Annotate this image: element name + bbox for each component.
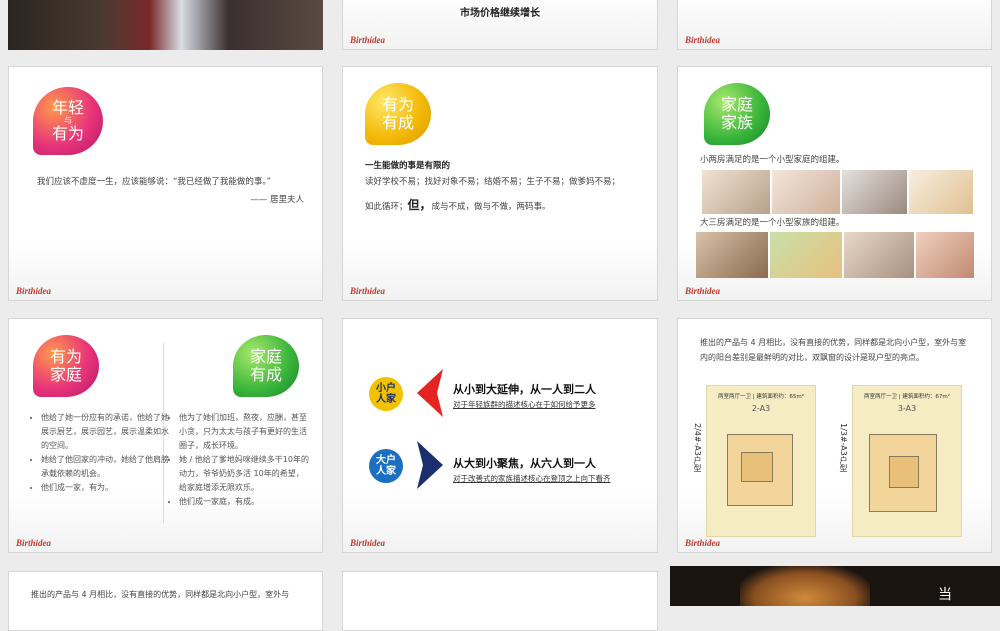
plan1-side-label: 2/4#-A3户型 [693, 423, 702, 472]
brand-mark: Birthidea [16, 286, 52, 296]
plan2-side-label: 1/3#-A3户型 [839, 423, 848, 472]
left-arrow-icon [417, 369, 443, 417]
brand-mark: Birthidea [350, 538, 386, 548]
slide-floor-plans[interactable]: 推出的产品与 4 月相比，没有直接的优势，同样都是北向小户型，室外与室内的阳台差… [677, 318, 992, 553]
floor-plan-2[interactable]: 两室两厅一卫 | 建筑面积约：67m² 3-A3 [852, 385, 962, 537]
brand-mark: Birthidea [685, 538, 721, 548]
tiger-photo [740, 566, 870, 606]
family-photo-8 [916, 232, 974, 278]
family-photo-3 [842, 170, 907, 214]
family-caption-1: 小两房满足的是一个小型家庭的组建。 [700, 155, 845, 165]
family-photo-4 [909, 170, 973, 214]
large-unit-badge: 大户 人家 [369, 449, 403, 483]
slide-home[interactable]: 有为 家庭 家庭 有成 他给了她一份应有的承诺，他给了她展示厨艺，展示园艺，展示… [8, 318, 323, 553]
family-photo-1 [702, 170, 770, 214]
list-item: 他们成一家，有为。 [41, 481, 169, 495]
plan1-header: 两室两厅一卫 | 建筑面积约：65m² [718, 394, 804, 400]
family-bubble: 家庭 家族 [704, 83, 770, 145]
list-item: 她 / 他给了爹地妈咪继续多干10年的动力，爷爷奶奶多活 10年的希望，给家庭增… [179, 453, 309, 495]
slide-blank-top-right[interactable]: Birthidea [677, 0, 992, 50]
brand-mark: Birthidea [350, 286, 386, 296]
event-photo [8, 0, 323, 50]
list-item: 她给了他回家的冲动，她给了他肩膀承载依赖的机会。 [41, 453, 169, 481]
brand-mark: Birthidea [685, 286, 721, 296]
slide-floor-plans-repeat[interactable]: 推出的产品与 4 月相比，没有直接的优势，同样都是北向小户型，室外与 [8, 571, 323, 631]
achieve-bubble: 有为 有成 [365, 83, 431, 145]
plan2-code: 3-A3 [897, 404, 917, 413]
small-unit-title: 从小到大延伸，从一人到二人 [453, 383, 596, 396]
family-photo-5 [696, 232, 768, 278]
slide-event-photo[interactable] [8, 0, 323, 50]
achieve-title: 一生能做的事是有限的 [365, 161, 451, 171]
achieve-line1: 读好学校不易；找好对象不易；结婚不易；生子不易；做爹妈不易； [365, 177, 621, 187]
slide-achieve[interactable]: 有为 有成 一生能做的事是有限的 读好学校不易；找好对象不易；结婚不易；生子不易… [342, 66, 658, 301]
youth-bubble: 年轻 与 有为 [33, 87, 103, 155]
plan1-code: 2-A3 [751, 404, 771, 413]
slide-tiger[interactable]: 当 [670, 566, 1000, 606]
floor-plan-1[interactable]: 两室两厅一卫 | 建筑面积约：65m² 2-A3 [706, 385, 816, 537]
family-photo-6 [770, 232, 842, 278]
family-caption-2: 大三房满足的是一个小型家族的组建。 [700, 218, 845, 228]
family-photo-7 [844, 232, 914, 278]
right-arrow-icon [417, 441, 443, 489]
brand-mark: Birthidea [685, 35, 721, 45]
home-right-bubble: 家庭 有成 [233, 335, 299, 397]
small-unit-badge: 小户 人家 [369, 377, 403, 411]
list-item: 他给了她一份应有的承诺，他给了她展示厨艺，展示园艺，展示温柔如水的空间。 [41, 411, 169, 453]
floor-plan-intro: 推出的产品与 4 月相比，没有直接的优势，同样都是北向小户型，室外与室内的阳台差… [700, 338, 967, 363]
slide-unit-types[interactable]: 小户 人家 从小到大延伸，从一人到二人 对于年轻族群的描述核心在于如何给予更多 大… [342, 318, 658, 553]
plan2-header: 两室两厅一卫 | 建筑面积约：67m² [864, 394, 950, 400]
family-photo-2 [772, 170, 840, 214]
large-unit-subtitle: 对于改善式的家族描述核心在登顶之上向下看齐 [453, 474, 611, 483]
achieve-line2: 如此循环；但，成与不成，做与不做，两码事。 [365, 198, 551, 212]
large-unit-title: 从大到小聚焦，从六人到一人 [453, 457, 596, 470]
slide-youth[interactable]: 年轻 与 有为 我们应该不虚度一生，应该能够说：“我已经做了我能做的事。” ——… [8, 66, 323, 301]
slide-heading: 市场价格继续增长 [460, 8, 540, 19]
brand-mark: Birthidea [16, 538, 52, 548]
slide-market-price[interactable]: 市场价格继续增长 Birthidea [342, 0, 658, 50]
achieve-emphasis: 但， [407, 198, 432, 212]
small-unit-subtitle: 对于年轻族群的描述核心在于如何给予更多 [453, 400, 596, 409]
slide-blank-bottom[interactable] [342, 571, 658, 631]
tiger-side-text: 当 [938, 587, 952, 603]
brand-mark: Birthidea [350, 35, 386, 45]
home-right-list: 他为了她们加班，熬夜，应酬，甚至小贪，只为太太与孩子有更好的生活圈子，成长环境。… [169, 411, 309, 509]
youth-quote-author: —— 居里夫人 [250, 195, 304, 205]
youth-quote: 我们应该不虚度一生，应该能够说：“我已经做了我能做的事。” [37, 177, 272, 187]
slide-family[interactable]: 家庭 家族 小两房满足的是一个小型家庭的组建。 大三房满足的是一个小型家族的组建… [677, 66, 992, 301]
home-left-list: 他给了她一份应有的承诺，他给了她展示厨艺，展示园艺，展示温柔如水的空间。 她给了… [31, 411, 169, 495]
list-item: 他们成一家庭，有成。 [179, 495, 309, 509]
list-item: 他为了她们加班，熬夜，应酬，甚至小贪，只为太太与孩子有更好的生活圈子，成长环境。 [179, 411, 309, 453]
home-left-bubble: 有为 家庭 [33, 335, 99, 397]
